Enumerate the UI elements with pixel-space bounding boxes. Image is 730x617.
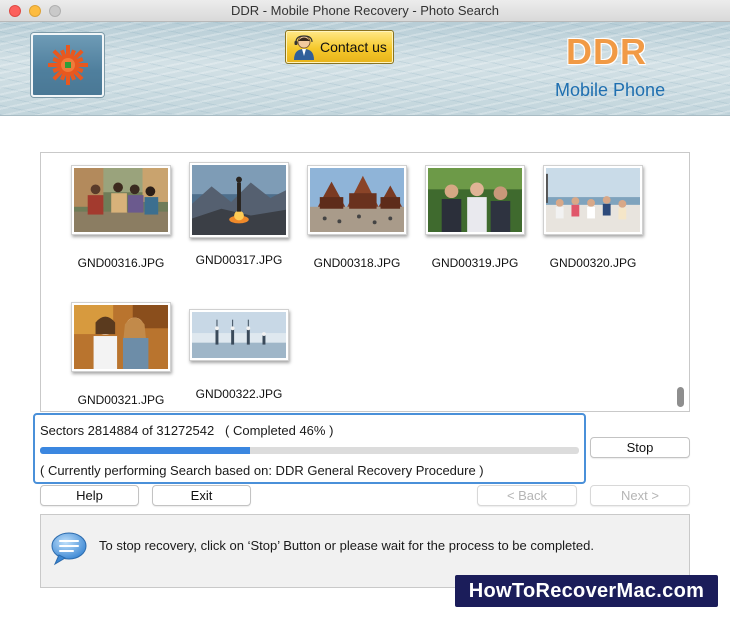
- minimize-window-button[interactable]: [29, 5, 41, 17]
- results-scrollbar-thumb[interactable]: [677, 387, 684, 407]
- photo-students-reading-image: [74, 168, 168, 232]
- next-button[interactable]: Next >: [590, 485, 690, 506]
- photo-filename: GND00316.JPG: [77, 256, 165, 270]
- contact-us-button[interactable]: Contact us: [285, 30, 394, 64]
- photo-item[interactable]: GND00320.JPG: [534, 165, 652, 270]
- photo-thumbnail[interactable]: [71, 302, 171, 372]
- photo-two-women-image: [74, 305, 168, 369]
- help-button[interactable]: Help: [40, 485, 139, 506]
- photo-thumbnail[interactable]: [189, 309, 289, 361]
- photo-campfire-mountain-image: [192, 165, 286, 235]
- photo-filename: GND00320.JPG: [549, 256, 637, 270]
- photo-filename: GND00322.JPG: [195, 387, 283, 401]
- procedure-text: ( Currently performing Search based on: …: [40, 463, 484, 478]
- brand-name: DDR: [566, 31, 647, 72]
- photo-item[interactable]: GND00316.JPG: [62, 165, 180, 270]
- window-title: DDR - Mobile Phone Recovery - Photo Sear…: [230, 3, 500, 18]
- photo-temple-square-image: [310, 168, 404, 232]
- photo-item[interactable]: GND00319.JPG: [416, 165, 534, 270]
- photo-boat-friends-image: [546, 168, 640, 232]
- progress-panel: Sectors 2814884 of 31272542 ( Completed …: [33, 413, 586, 484]
- photo-thumbnail[interactable]: [71, 165, 171, 235]
- photo-item[interactable]: GND00318.JPG: [298, 165, 416, 270]
- close-window-button[interactable]: [9, 5, 21, 17]
- photo-thumbnail[interactable]: [189, 162, 289, 238]
- photo-item[interactable]: GND00317.JPG: [180, 162, 298, 267]
- support-person-icon: [294, 35, 314, 60]
- progress-bar-fill: [40, 447, 251, 454]
- header-banner: Contact us DDR Mobile Phone: [0, 22, 730, 116]
- back-button[interactable]: < Back: [477, 485, 577, 506]
- photo-thumbnail[interactable]: [543, 165, 643, 235]
- photo-filename: GND00317.JPG: [195, 253, 283, 267]
- photo-yoga-beach-image: [192, 312, 286, 358]
- photo-filename: GND00319.JPG: [431, 256, 519, 270]
- contact-us-label: Contact us: [320, 39, 387, 55]
- photo-filename: GND00318.JPG: [313, 256, 401, 270]
- exit-button[interactable]: Exit: [152, 485, 251, 506]
- photo-item[interactable]: GND00321.JPG: [62, 302, 180, 407]
- app-logo: [31, 33, 104, 97]
- photo-results-panel: GND00316.JPG GND00317.JPG GND00318.JPG G…: [40, 152, 690, 412]
- recovery-logo-icon: [48, 45, 88, 85]
- progress-bar: [40, 447, 579, 454]
- speech-bubble-info-icon: [51, 532, 87, 566]
- info-message: To stop recovery, click on ‘Stop’ Button…: [99, 538, 594, 553]
- window-titlebar: DDR - Mobile Phone Recovery - Photo Sear…: [0, 0, 730, 22]
- photo-thumbnail[interactable]: [425, 165, 525, 235]
- sectors-progress-text: Sectors 2814884 of 31272542 ( Completed …: [40, 423, 334, 438]
- watermark-badge: HowToRecoverMac.com: [455, 575, 718, 607]
- photo-item[interactable]: GND00322.JPG: [180, 309, 298, 401]
- photo-thumbnail[interactable]: [307, 165, 407, 235]
- brand-subtitle: Mobile Phone: [555, 80, 666, 100]
- photo-three-men-image: [428, 168, 522, 232]
- photo-filename: GND00321.JPG: [77, 393, 165, 407]
- stop-button[interactable]: Stop: [590, 437, 690, 458]
- maximize-window-button[interactable]: [49, 5, 61, 17]
